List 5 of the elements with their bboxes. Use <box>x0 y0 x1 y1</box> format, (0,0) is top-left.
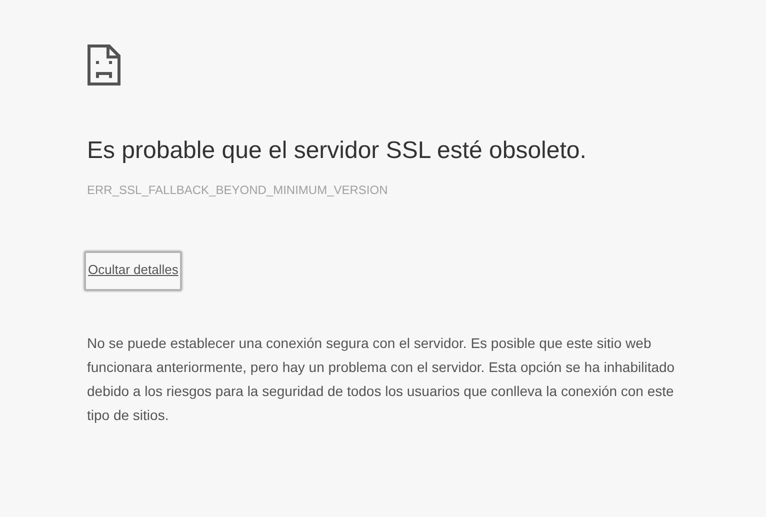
hide-details-link[interactable]: Ocultar detalles <box>84 251 182 291</box>
broken-page-icon <box>87 44 121 86</box>
details-paragraph: No se puede establecer una conexión segura con el servidor. Es posible que este sitio web funcionara anteriormente, pero hay un problema con el servidor. Esta opción se ha inhabilitado debido a los riesgos para la seguridad de todos los usuarios que conlleva la conexión con este tipo de sitios. <box>87 334 676 425</box>
error-heading: Es probable que el servidor SSL esté obsoleto. <box>87 136 588 166</box>
error-code: ERR_SSL_FALLBACK_BEYOND_MINIMUM_VERSION <box>87 183 389 197</box>
